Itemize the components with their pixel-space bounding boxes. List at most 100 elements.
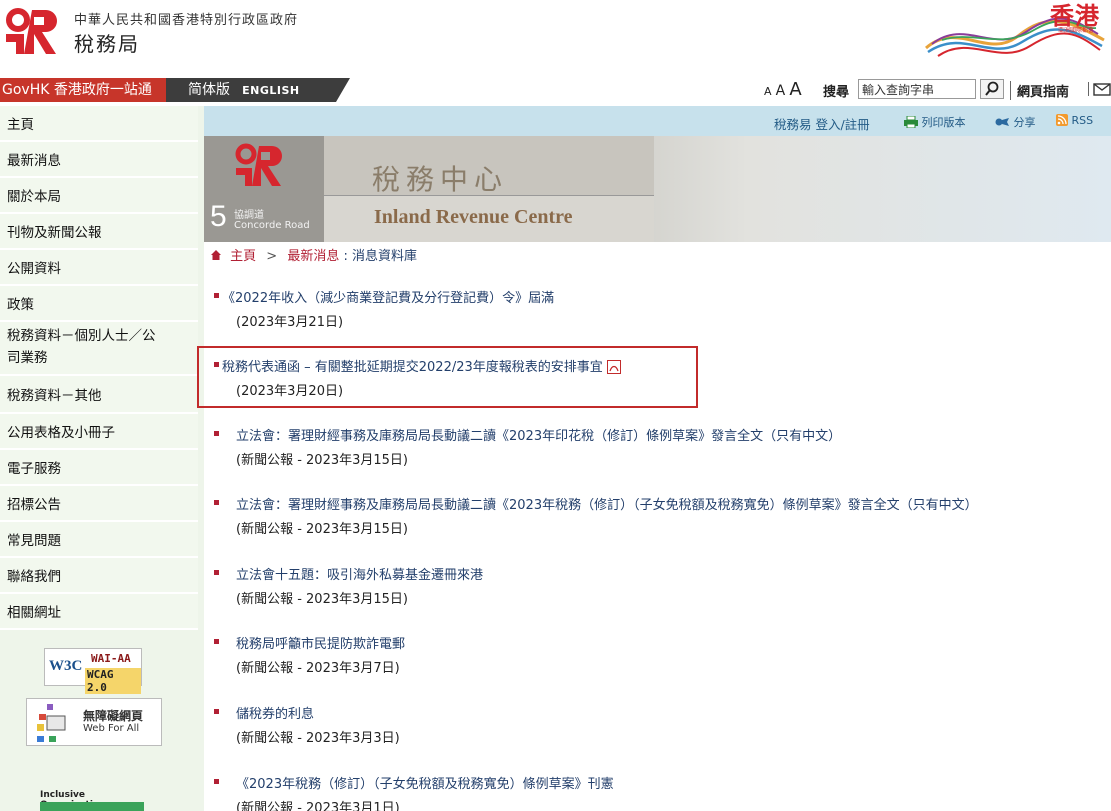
news-date: (新聞公報 - 2023年3月15日): [236, 453, 408, 468]
accessibility-devices-icon: [37, 704, 66, 742]
news-date: (新聞公報 - 2023年3月1日): [236, 801, 400, 811]
wcag-level-text: WAI-AA: [91, 652, 131, 665]
sidebar-item-tax-individual-business[interactable]: 稅務資料－個別人士／公 司業務: [0, 322, 198, 376]
news-title-link[interactable]: 稅務局呼籲市民提防欺詐電郵: [236, 633, 405, 652]
govhk-link[interactable]: GovHK 香港政府一站通: [0, 78, 182, 102]
sidebar-item-label: 聯絡我們: [7, 569, 61, 585]
printer-icon: [904, 115, 918, 129]
pdf-glyph-icon: [609, 365, 619, 372]
font-size-small-button[interactable]: A: [764, 85, 772, 98]
sidebar-item-label: 最新消息: [7, 153, 61, 169]
bullet-icon: [214, 362, 219, 367]
news-item: 儲稅券的利息 (新聞公報 - 2023年3月3日): [214, 703, 400, 746]
share-button[interactable]: 分享: [994, 114, 1036, 130]
rss-link[interactable]: RSS: [1056, 114, 1093, 127]
sidebar-item-policy[interactable]: 政策: [0, 286, 198, 322]
brand-hong-kong-logo[interactable]: 香港 亞洲國際都會: [918, 0, 1108, 70]
sidebar-item-home[interactable]: 主頁: [0, 106, 198, 142]
sidebar-item-forms[interactable]: 公用表格及小冊子: [0, 414, 198, 450]
font-size-large-button[interactable]: A: [789, 79, 801, 100]
banner-english-title: Inland Revenue Centre: [374, 206, 573, 228]
pdf-icon[interactable]: [606, 360, 621, 374]
search-button[interactable]: [980, 79, 1004, 99]
news-title-link[interactable]: 立法會十五題：吸引海外私募基金遷冊來港: [236, 564, 483, 583]
bullet-icon: [214, 639, 219, 644]
breadcrumb-latest-news-link[interactable]: 最新消息: [287, 249, 339, 264]
web-for-all-en: Web For All: [83, 723, 140, 734]
inclusive-organisation-bar: [40, 802, 144, 811]
sidebar-item-faq[interactable]: 常見問題: [0, 522, 198, 558]
sidebar-item-label: 主頁: [7, 117, 34, 133]
bullet-icon: [214, 779, 219, 784]
etax-login-link[interactable]: 稅務易 登入/註冊: [774, 114, 870, 133]
news-date: (2023年3月20日): [236, 384, 344, 399]
breadcrumb-separator: >: [266, 249, 278, 264]
news-date: (2023年3月21日): [236, 315, 344, 330]
banner-address-en: Concorde Road: [234, 220, 310, 231]
sidebar-item-public-info[interactable]: 公開資料: [0, 250, 198, 286]
news-item: 《2022年收入（減少商業登記費及分行登記費）令》屆滿 (2023年3月21日): [214, 287, 554, 330]
wcag-version-text: WCAG 2.0: [85, 668, 141, 694]
sidebar-item-label: 相關網址: [7, 605, 61, 621]
news-title-link[interactable]: 立法會：署理財經事務及庫務局局長動議二讀《2023年印花稅（修訂）條例草案》發言…: [236, 425, 841, 444]
news-item: 立法會十五題：吸引海外私募基金遷冊來港 (新聞公報 - 2023年3月15日): [214, 564, 483, 607]
breadcrumb: 主頁 > 最新消息 : 消息資料庫: [204, 246, 417, 268]
news-title-link[interactable]: 稅務代表通函 – 有關整批延期提交2022/23年度報稅表的安排事宜: [222, 360, 603, 375]
share-icon: [995, 118, 1009, 126]
print-version-button[interactable]: 列印版本: [904, 114, 966, 130]
font-size-controls: A A A: [764, 78, 802, 104]
sidebar-item-label: 常見問題: [7, 533, 61, 549]
sidebar-item-e-services[interactable]: 電子服務: [0, 450, 198, 486]
inland-revenue-centre-banner: 稅務中心 Inland Revenue Centre 5 協調道 Concord…: [204, 136, 1111, 242]
news-title-link[interactable]: 儲稅券的利息: [236, 703, 400, 722]
web-for-all-badge[interactable]: 無障礙網頁 Web For All: [26, 698, 162, 746]
language-switcher: 简体版 ENGLISH: [166, 78, 350, 102]
w3c-wcag-badge[interactable]: W3C WAI-AA WCAG 2.0: [44, 648, 142, 694]
news-item: 立法會：署理財經事務及庫務局局長動議二讀《2023年印花稅（修訂）條例草案》發言…: [214, 425, 841, 468]
news-title-link[interactable]: 《2022年收入（減少商業登記費及分行登記費）令》屆滿: [222, 287, 554, 306]
banner-address-zh: 協調道: [234, 210, 264, 221]
sidebar-item-about[interactable]: 關於本局: [0, 178, 198, 214]
ird-logo[interactable]: [4, 6, 62, 56]
news-date: (新聞公報 - 2023年3月7日): [236, 661, 400, 676]
top-navigation-bar: GovHK 香港政府一站通 简体版 ENGLISH A A A 搜尋 網頁指南: [0, 78, 1111, 102]
sidebar-item-latest-news[interactable]: 最新消息: [0, 142, 198, 178]
sidebar-navigation: 主頁 最新消息 關於本局 刊物及新聞公報 公開資料 政策 稅務資料－個別人士／公…: [0, 106, 204, 811]
font-size-medium-button[interactable]: A: [776, 83, 786, 99]
inclusive-organisation-badge[interactable]: Inclusive Organisation: [34, 786, 150, 811]
sidebar-item-publications[interactable]: 刊物及新聞公報: [0, 214, 198, 250]
bullet-icon: [214, 500, 219, 505]
news-item: 《2023年稅務（修訂）（子女免稅額及稅務寬免）條例草案》刊憲 (新聞公報 - …: [214, 773, 614, 811]
rss-icon: [1056, 114, 1068, 126]
utility-bar: 稅務易 登入/註冊 列印版本 分享 RSS: [204, 106, 1111, 136]
news-date: (新聞公報 - 2023年3月3日): [236, 731, 400, 746]
bullet-icon: [214, 293, 219, 298]
news-date: (新聞公報 - 2023年3月15日): [236, 592, 408, 607]
sidebar-item-related-links[interactable]: 相關網址: [0, 594, 198, 630]
sidebar-item-label: 公開資料: [7, 261, 61, 277]
banner-ird-logo-icon: [235, 143, 282, 186]
news-item: 稅務局呼籲市民提防欺詐電郵 (新聞公報 - 2023年3月7日): [214, 633, 405, 676]
banner-address-number: 5: [210, 200, 227, 233]
banner-chinese-title: 稅務中心: [372, 163, 509, 196]
news-item: 立法會：署理財經事務及庫務局局長動議二讀《2023年稅務（修訂）（子女免稅額及稅…: [214, 494, 978, 537]
english-link[interactable]: ENGLISH: [242, 84, 299, 97]
news-title-link[interactable]: 《2023年稅務（修訂）（子女免稅額及稅務寬免）條例草案》刊憲: [236, 773, 614, 792]
breadcrumb-home-link[interactable]: 主頁: [230, 249, 256, 264]
news-date: (新聞公報 - 2023年3月15日): [236, 522, 408, 537]
share-label: 分享: [1013, 116, 1036, 129]
w3c-logo: W3C: [49, 658, 83, 674]
simplified-chinese-link[interactable]: 简体版: [188, 82, 230, 98]
department-name: 稅務局: [74, 32, 140, 56]
search-input[interactable]: [858, 79, 976, 99]
home-icon: [211, 250, 221, 260]
sidebar-item-tenders[interactable]: 招標公告: [0, 486, 198, 522]
sidebar-item-contact[interactable]: 聯絡我們: [0, 558, 198, 594]
contact-mail-button[interactable]: [1088, 82, 1111, 96]
bullet-icon: [214, 570, 219, 575]
sidebar-item-tax-other[interactable]: 稅務資料－其他: [0, 376, 198, 414]
news-title-link[interactable]: 立法會：署理財經事務及庫務局局長動議二讀《2023年稅務（修訂）（子女免稅額及稅…: [236, 494, 978, 513]
rss-label: RSS: [1071, 114, 1094, 127]
sitemap-link[interactable]: 網頁指南: [1010, 81, 1069, 100]
brand-subtitle: 亞洲國際都會: [1057, 27, 1094, 34]
